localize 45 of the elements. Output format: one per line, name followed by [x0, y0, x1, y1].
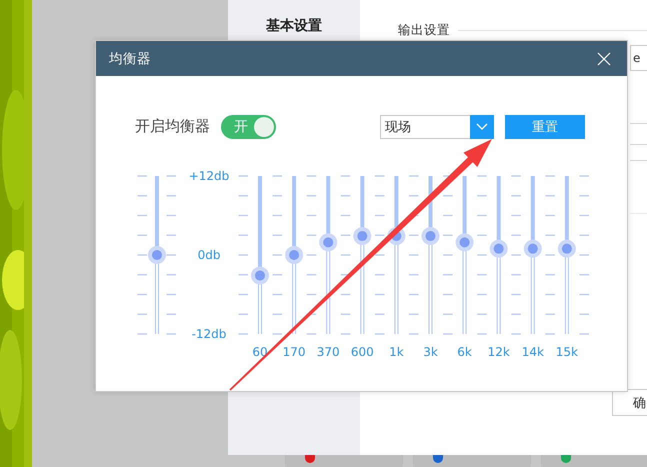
eq-slider[interactable] — [558, 176, 576, 334]
app-icon — [433, 455, 443, 463]
frequency-label: 15k — [556, 345, 578, 359]
slider-thumb[interactable] — [524, 240, 542, 258]
eq-slider[interactable] — [251, 176, 269, 334]
frequency-label: 1k — [389, 345, 404, 359]
eq-slider[interactable] — [490, 176, 508, 334]
frequency-label: 170 — [282, 345, 306, 359]
taskbar-button[interactable] — [413, 455, 531, 467]
eq-slider[interactable] — [456, 176, 474, 334]
eq-slider[interactable] — [285, 176, 304, 334]
frequency-label: 3k — [423, 345, 438, 359]
app-icon — [305, 455, 315, 463]
caret-icon — [476, 122, 488, 130]
frequency-label: 6k — [457, 345, 472, 359]
taskbar-button[interactable] — [285, 455, 403, 467]
frequency-label: 60 — [252, 345, 268, 359]
eq-slider[interactable] — [148, 176, 166, 334]
frequency-label: 600 — [350, 345, 374, 359]
app-icon — [561, 455, 571, 463]
frequency-label: 12k — [488, 345, 510, 359]
slider-thumb[interactable] — [456, 233, 474, 252]
db-label: +12db — [188, 169, 230, 183]
slider-thumb[interactable] — [319, 233, 338, 252]
dialog-title: 均衡器 — [109, 50, 151, 68]
enable-label: 开启均衡器 — [135, 117, 210, 136]
slider-thumb[interactable] — [422, 227, 440, 246]
taskbar-button[interactable] — [541, 455, 647, 467]
sidebar-item[interactable]: 基本设置 — [266, 17, 322, 35]
slider-thumb[interactable] — [490, 240, 508, 258]
section-title: 输出设置 — [398, 22, 450, 39]
close-icon[interactable] — [597, 52, 611, 66]
slider-thumb[interactable] — [353, 227, 372, 246]
db-label: -12db — [192, 327, 226, 341]
frequency-label: 14k — [522, 345, 544, 359]
slider-thumb[interactable] — [285, 246, 304, 264]
slider-thumb[interactable] — [251, 266, 269, 285]
db-label: 0db — [198, 248, 220, 262]
confirm-button[interactable]: 确 — [612, 389, 647, 416]
preset-dropdown[interactable]: 现场 — [380, 114, 494, 138]
slider-thumb[interactable] — [148, 246, 166, 264]
slider-thumb[interactable] — [558, 240, 576, 258]
eq-slider[interactable] — [524, 176, 542, 334]
frequency-label: 370 — [316, 345, 340, 359]
input-field[interactable]: e — [630, 45, 647, 71]
